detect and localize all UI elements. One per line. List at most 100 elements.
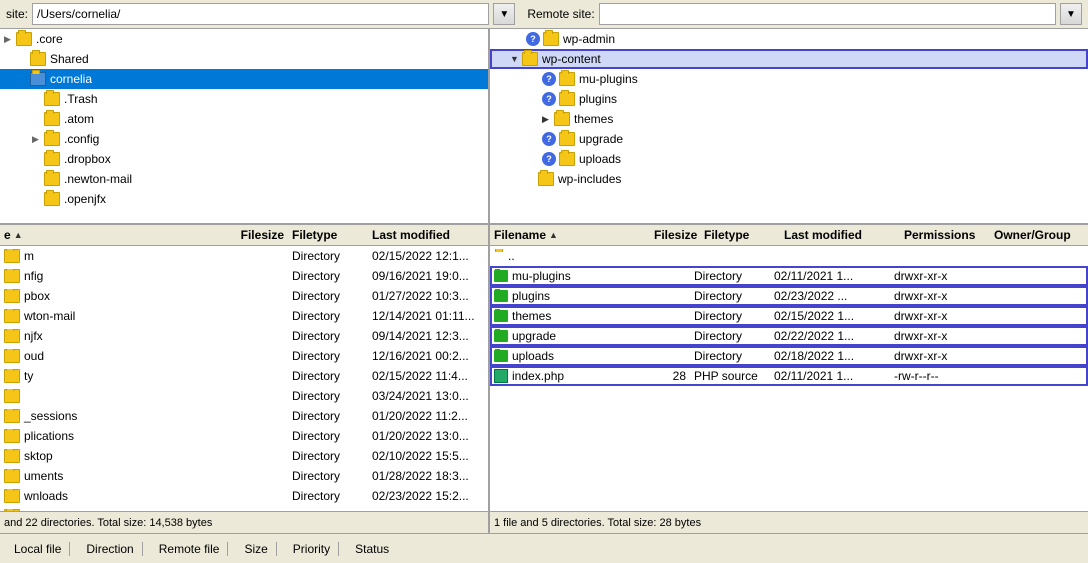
remote-col-header-filetype[interactable]: Filetype [700,228,780,242]
remote-tree[interactable]: ? wp-admin ▼ wp-content ? mu-plugins [490,29,1088,224]
file-row[interactable]: njfx Directory 09/14/2021 12:3... [0,326,488,346]
remote-file-row-parent[interactable]: .. [490,246,1088,266]
remote-tree-item-upgrade[interactable]: ? upgrade [490,129,1088,149]
folder-icon [44,112,60,126]
file-row[interactable]: sktop Directory 02/10/2022 15:5... [0,446,488,466]
remote-type-cell: PHP source [690,369,770,383]
col-header-filetype[interactable]: Filetype [288,228,368,242]
col-filetype-label: Filetype [292,228,337,242]
col-header-filesize[interactable]: Filesize [218,228,288,242]
col-header-name[interactable]: e ▲ [0,228,218,242]
file-type-cell: Directory [288,489,368,503]
tree-item-newton-mail[interactable]: .newton-mail [0,169,488,189]
remote-file-row-mu-plugins[interactable]: mu-plugins Directory 02/11/2021 1... drw… [490,266,1088,286]
remote-site-dropdown-btn[interactable]: ▼ [1060,3,1082,25]
remote-site-input[interactable] [599,3,1056,25]
col-header-modified[interactable]: Last modified [368,228,488,242]
tree-item-cornelia[interactable]: cornelia [0,69,488,89]
tree-item-trash[interactable]: .Trash [0,89,488,109]
remote-file-list[interactable]: .. mu-plugins Directory 02/11 [490,246,1088,511]
remote-tree-item-themes[interactable]: ▶ themes [490,109,1088,129]
file-row[interactable]: oud Directory 12/16/2021 00:2... [0,346,488,366]
file-type-cell: Directory [288,369,368,383]
folder-icon [4,249,20,263]
file-row[interactable]: pbox Directory 01/27/2022 10:3... [0,286,488,306]
tree-item-openjfx[interactable]: .openjfx [0,189,488,209]
main-container: site: ▼ Remote site: ▼ ▶ .core Shared [0,0,1088,563]
file-name-label: m [24,249,34,263]
folder-icon [494,251,504,261]
remote-file-row-plugins[interactable]: plugins Directory 02/23/2022 ... drwxr-x… [490,286,1088,306]
remote-col-header-filename[interactable]: Filename ▲ [490,228,650,242]
file-name-cell [0,389,218,403]
file-row[interactable]: plications Directory 01/20/2022 13:0... [0,426,488,446]
folder-icon [16,32,32,46]
remote-perms-cell: drwxr-xr-x [890,329,980,343]
remote-file-row-index-php[interactable]: index.php 28 PHP source 02/11/2021 1... … [490,366,1088,386]
remote-tree-item-label: plugins [579,92,617,106]
remote-tree-item-label: wp-admin [563,32,615,46]
local-status-text: and 22 directories. Total size: 14,538 b… [4,517,212,529]
file-name-label: oud [24,349,44,363]
remote-name-cell: plugins [490,289,650,303]
remote-tree-item-mu-plugins[interactable]: ? mu-plugins [490,69,1088,89]
question-icon: ? [526,32,540,46]
remote-tree-item-wp-content[interactable]: ▼ wp-content [490,49,1088,69]
remote-col-header-filesize[interactable]: Filesize [650,228,700,242]
chevron-icon: ▼ [510,54,522,64]
chevron-icon: ▶ [32,134,44,145]
tree-item-config[interactable]: ▶ .config [0,129,488,149]
file-row[interactable]: wnloads Directory 02/23/2022 15:2... [0,486,488,506]
file-type-cell: Directory [288,269,368,283]
folder-icon [4,449,20,463]
remote-tree-item-wp-includes[interactable]: wp-includes [490,169,1088,189]
file-row[interactable]: Directory 03/24/2021 13:0... [0,386,488,406]
file-row[interactable]: ty Directory 02/15/2022 11:4... [0,366,488,386]
remote-type-cell: Directory [690,309,770,323]
tree-item-label: .newton-mail [64,172,132,186]
file-row[interactable]: wton-mail Directory 12/14/2021 01:11... [0,306,488,326]
folder-icon [494,350,508,362]
remote-tree-item-wp-admin[interactable]: ? wp-admin [490,29,1088,49]
file-type-cell: Directory [288,389,368,403]
folder-icon [494,270,508,282]
question-icon: ? [542,92,556,106]
folder-icon [4,369,20,383]
remote-col-header-ownergroup[interactable]: Owner/Group [990,228,1088,242]
remote-file-row-uploads[interactable]: uploads Directory 02/18/2022 1... drwxr-… [490,346,1088,366]
local-column-header: e ▲ Filesize Filetype Last modified [0,224,488,246]
priority-label: Priority [293,542,330,556]
remote-tree-item-plugins[interactable]: ? plugins [490,89,1088,109]
col-name-label: e [4,228,11,242]
remote-tree-item-uploads[interactable]: ? uploads [490,149,1088,169]
remote-col-header-permissions[interactable]: Permissions [900,228,990,242]
file-type-cell: Directory [288,429,368,443]
file-name-label: uments [24,469,63,483]
remote-file-row-themes[interactable]: themes Directory 02/15/2022 1... drwxr-x… [490,306,1088,326]
file-row[interactable]: _sessions Directory 01/20/2022 11:2... [0,406,488,426]
file-name-cell: ty [0,369,218,383]
folder-icon [4,469,20,483]
remote-type-cell: Directory [690,269,770,283]
file-row[interactable]: nfig Directory 09/16/2021 19:0... [0,266,488,286]
remote-col-header-modified[interactable]: Last modified [780,228,900,242]
remote-modified-cell: 02/11/2021 1... [770,269,890,283]
tree-item-shared[interactable]: Shared [0,49,488,69]
file-modified-cell: 12/14/2021 01:11... [368,309,488,323]
remote-file-name-label: mu-plugins [512,269,571,283]
remote-tree-item-label: uploads [579,152,621,166]
remote-modified-cell: 02/15/2022 1... [770,309,890,323]
file-row[interactable]: uments Directory 01/28/2022 18:3... [0,466,488,486]
local-tree[interactable]: ▶ .core Shared cornelia .Tras [0,29,488,224]
local-file-label: Local file [14,542,61,556]
remote-file-row-upgrade[interactable]: upgrade Directory 02/22/2022 1... drwxr-… [490,326,1088,346]
remote-status-text: 1 file and 5 directories. Total size: 28… [494,517,701,529]
tree-item-dropbox[interactable]: .dropbox [0,149,488,169]
file-name-label: sktop [24,449,53,463]
local-site-input[interactable] [32,3,489,25]
local-file-list[interactable]: m Directory 02/15/2022 12:1... nfig Dire… [0,246,488,511]
tree-item-core[interactable]: ▶ .core [0,29,488,49]
tree-item-atom[interactable]: .atom [0,109,488,129]
local-site-dropdown-btn[interactable]: ▼ [493,3,515,25]
file-row[interactable]: m Directory 02/15/2022 12:1... [0,246,488,266]
